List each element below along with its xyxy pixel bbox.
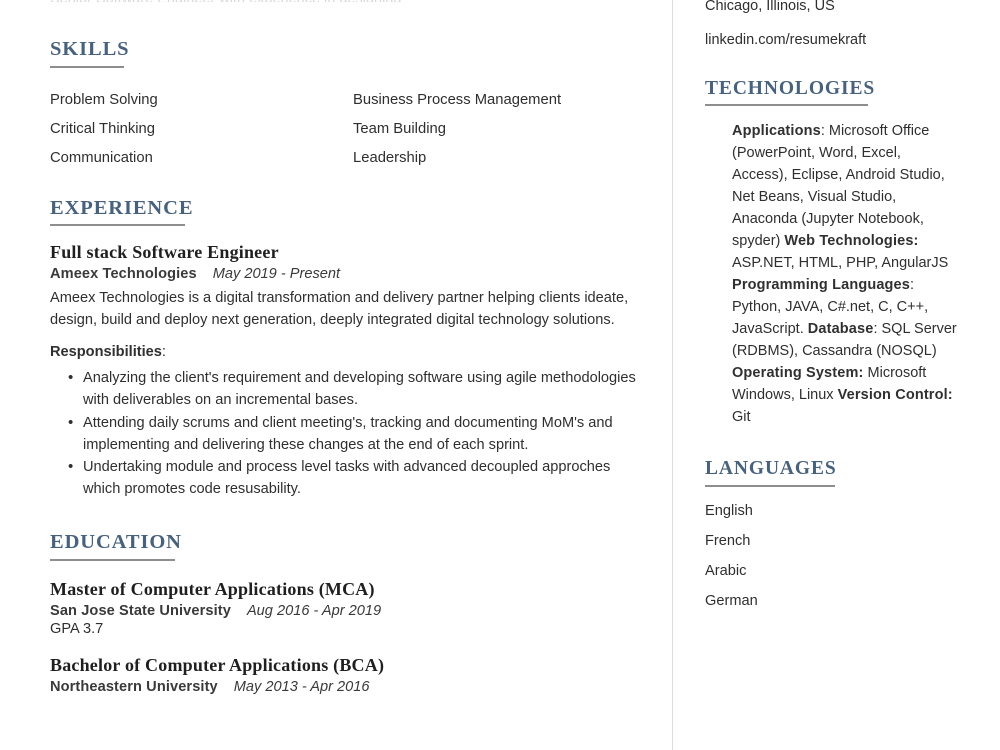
education-gpa-value: 3.7 [83,620,104,637]
education-school: San Jose State University [50,602,231,619]
education-entry: Master of Computer Applications (MCA) Sa… [50,579,650,637]
language-item: German [705,592,758,609]
language-item: French [705,532,751,549]
education-entry: Bachelor of Computer Applications (BCA) … [50,655,650,695]
language-item: English [705,502,753,519]
skill-item: Business Process Management [353,91,562,108]
responsibility-item: Analyzing the client's requirement and d… [68,367,643,412]
tech-category-name: Version Control: [837,387,953,404]
tech-category-name: Web Technologies: [784,233,919,250]
skill-item: Team Building [353,120,446,137]
education-meta: Northeastern University May 2013 - Apr 20… [50,679,650,695]
job-company: Ameex Technologies [50,266,197,283]
contact-linkedin[interactable]: linkedin.com/resumekraft [705,30,973,52]
education-degree: Master of Computer Applications (MCA) [50,578,375,599]
skill-item: Leadership [353,149,427,166]
responsibilities-label: Responsibilities: [50,344,650,360]
main-column: SKILLS Problem Solving Business Process … [50,0,650,695]
contact-location: Chicago, Illinois, US [705,0,835,14]
heading-rule-education [50,558,175,561]
education-gpa: GPA 3.7 [50,621,650,637]
job-title: Full stack Software Engineer [50,242,279,263]
tech-category-separator: : [910,277,915,294]
tech-category-name: Operating System: [732,365,864,382]
tech-category-name: Applications [732,122,821,139]
language-item: Arabic [705,562,747,579]
tech-category-name: Database [807,321,874,338]
heading-rule-experience [50,224,185,227]
education-meta: San Jose State University Aug 2016 - Apr … [50,603,650,619]
section-experience: EXPERIENCE Full stack Software Engineer … [50,197,650,502]
heading-rule-skills [50,65,124,68]
section-heading-languages: LANGUAGES [705,458,837,480]
section-heading-experience: EXPERIENCE [50,196,194,219]
education-dates: Aug 2016 - Apr 2019 [246,602,382,619]
skill-item: Problem Solving [50,91,158,108]
section-skills: SKILLS Problem Solving Business Process … [50,38,650,169]
responsibilities-label-colon: : [161,343,166,360]
job-summary: Ameex Technologies is a digital transfor… [50,290,629,328]
section-heading-skills: SKILLS [50,38,130,60]
job-meta: Ameex Technologies May 2019 - Present [50,266,650,282]
education-degree: Bachelor of Computer Applications (BCA) [50,654,385,675]
education-dates: May 2013 - Apr 2016 [233,678,370,695]
skill-item: Communication [50,149,153,166]
sidebar-column: Chicago, Illinois, US linkedin.com/resum… [705,0,973,623]
heading-rule-languages [705,484,835,487]
education-school: Northeastern University [50,678,218,695]
column-divider [672,0,673,750]
section-languages: LANGUAGES English French Arabic German [705,458,973,609]
languages-list: English French Arabic German [705,503,973,609]
responsibilities-label-text: Responsibilities [50,343,162,360]
tech-category-separator: : [820,122,829,139]
tech-category-separator: : [873,321,882,338]
technologies-body: Applications: Microsoft Office (PowerPoi… [732,120,957,428]
tech-category-value: Microsoft Office (PowerPoint, Word, Exce… [732,122,945,250]
section-technologies: TECHNOLOGIES Applications: Microsoft Off… [705,78,973,429]
section-heading-technologies: TECHNOLOGIES [705,77,876,99]
tech-category-name: Programming Languages [732,277,910,294]
skills-grid: Problem Solving Business Process Managem… [50,90,650,169]
responsibility-item: Attending daily scrums and client meetin… [68,412,643,457]
tech-category-value: Git [732,409,751,426]
section-education: EDUCATION Master of Computer Application… [50,531,650,695]
skill-item: Critical Thinking [50,120,155,137]
heading-rule-technologies [705,103,868,106]
tech-category-value: ASP.NET, HTML, PHP, AngularJS [732,255,949,272]
education-gpa-label: GPA [50,620,79,637]
responsibilities-list: Analyzing the client's requirement and d… [50,367,650,501]
experience-entry: Full stack Software Engineer Ameex Techn… [50,242,650,501]
section-heading-education: EDUCATION [50,531,182,554]
resume-page: Senior Software Engineer with experience… [0,0,1000,750]
job-dates: May 2019 - Present [212,266,341,283]
contact-block: Chicago, Illinois, US linkedin.com/resum… [705,0,973,52]
responsibility-item: Undertaking module and process level tas… [68,456,643,501]
